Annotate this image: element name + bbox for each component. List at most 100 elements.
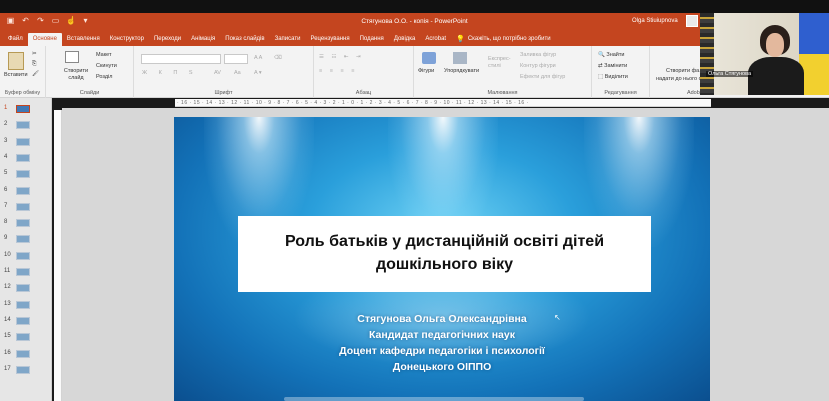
arrange-button[interactable]: Упорядкувати <box>444 68 479 75</box>
slide-author-position: Доцент кафедри педагогіки і психології <box>339 345 545 357</box>
group-label-paragraph: Абзац <box>355 90 372 96</box>
slide-author-name: Стягунова Ольга Олександрівна <box>357 313 527 325</box>
clear-format-icon[interactable]: ⌫ <box>274 55 282 62</box>
slide-thumbnail[interactable]: 10 <box>2 249 50 265</box>
shapes-button[interactable]: Фігури <box>418 68 434 75</box>
slide-thumbnail[interactable]: 13 <box>2 298 50 314</box>
format-painter-icon[interactable]: 🖌 <box>32 71 39 78</box>
slide-thumbnail-image <box>16 219 30 228</box>
paste-icon[interactable] <box>8 52 24 70</box>
grow-font-icon[interactable]: A A <box>254 55 262 62</box>
shape-effects-button[interactable]: Ефекти для фігур <box>520 74 565 81</box>
tab-record[interactable]: Записати <box>270 33 306 46</box>
shape-outline-button[interactable]: Контур фігури <box>520 63 556 70</box>
webcam-name-tag: Ольга Стягунова <box>706 71 754 77</box>
group-paragraph: ☰ ☷ ⇤ ⇥ ≡ ≡ ≡ ≡ Абзац <box>314 46 414 98</box>
replace-button[interactable]: ⇄ Замінити <box>598 63 627 70</box>
case-icon[interactable]: Aa <box>234 70 241 77</box>
arrange-icon[interactable] <box>453 52 467 64</box>
tab-file[interactable]: Файл <box>3 33 28 46</box>
align-icons[interactable]: ≡ ≡ ≡ ≡ <box>319 68 357 75</box>
new-slide-icon[interactable] <box>65 51 79 63</box>
slide-number: 8 <box>4 219 8 226</box>
slide-thumbnail[interactable]: 5 <box>2 167 50 183</box>
slide-title: Роль батьків у дистанційній освіті дітей… <box>238 230 651 276</box>
slide-thumbnail[interactable]: 6 <box>2 184 50 200</box>
slide-number: 5 <box>4 170 8 177</box>
slide-number: 11 <box>4 268 11 274</box>
slide-thumbnail-image <box>16 137 30 146</box>
slide-thumbnail[interactable]: 16 <box>2 347 50 363</box>
tab-acrobat[interactable]: Acrobat <box>420 33 451 46</box>
slide-thumbnail[interactable]: 3 <box>2 135 50 151</box>
group-label-clipboard: Буфер обміну <box>4 90 41 96</box>
slide-thumbnail[interactable]: 7 <box>2 200 50 216</box>
reset-button[interactable]: Скинути <box>96 63 117 70</box>
slide-canvas[interactable]: Роль батьків у дистанційній освіті дітей… <box>174 117 710 401</box>
slide-thumbnail[interactable]: 2 <box>2 118 50 134</box>
new-slide-button[interactable]: Створити слайд <box>61 68 91 82</box>
slide-thumbnail-image <box>16 170 30 179</box>
copy-icon[interactable]: ⎘ <box>32 61 36 68</box>
slide-number: 2 <box>4 121 8 128</box>
slide-number: 3 <box>4 137 8 144</box>
slide-thumbnail[interactable]: 12 <box>2 281 50 297</box>
tab-transitions[interactable]: Переходи <box>149 33 186 46</box>
char-spacing-icon[interactable]: AV <box>214 70 221 77</box>
slide-thumbnail[interactable]: 9 <box>2 232 50 248</box>
slide-author-institution: Донецького ОІППО <box>392 361 492 373</box>
tab-slideshow[interactable]: Показ слайдів <box>220 33 269 46</box>
tab-view[interactable]: Подання <box>355 33 389 46</box>
slide-thumbnail-image <box>16 349 30 358</box>
slide-thumbnail[interactable]: 11 <box>2 265 50 281</box>
find-button[interactable]: 🔍 Знайти <box>598 52 624 59</box>
slide-author-block[interactable]: Стягунова Ольга Олександрівна Кандидат п… <box>174 311 710 375</box>
highlight-icon[interactable]: A ▾ <box>254 70 262 77</box>
slide-thumbnail[interactable]: 4 <box>2 151 50 167</box>
slide-thumbnail[interactable]: 15 <box>2 330 50 346</box>
cut-icon[interactable]: ✂ <box>32 51 37 58</box>
section-button[interactable]: Розділ <box>96 74 112 81</box>
tab-home[interactable]: Основне <box>27 33 62 46</box>
acrobat-create-button[interactable]: Створити фа... <box>666 68 704 75</box>
group-label-editing: Редагування <box>604 90 637 96</box>
tab-review[interactable]: Рецензування <box>305 33 354 46</box>
shapes-icon[interactable] <box>422 52 436 64</box>
quick-styles-button[interactable]: Експрес-стилі <box>488 56 518 70</box>
slide-thumbnail[interactable]: 17 <box>2 363 50 379</box>
replace-icon: ⇄ <box>598 63 603 69</box>
tab-design[interactable]: Конструктор <box>105 33 149 46</box>
webcam-overlay: Ольга Стягунова <box>700 13 829 95</box>
font-format-icons[interactable]: Ж К П S <box>142 70 198 77</box>
find-label: Знайти <box>606 52 625 58</box>
user-name[interactable]: Olga Stiuiupnova <box>632 18 678 24</box>
slide-number: 17 <box>4 365 11 372</box>
layout-button[interactable]: Макет <box>96 52 112 59</box>
slide-thumbnail[interactable]: 8 <box>2 216 50 232</box>
slide-thumbnail[interactable]: 14 <box>2 314 50 330</box>
slide-author-degree: Кандидат педагогічних наук <box>369 329 515 341</box>
shape-fill-button[interactable]: Заливка фігур <box>520 52 556 59</box>
slide-number: 1 <box>4 105 8 111</box>
slide-thumbnail[interactable]: 1 <box>2 102 50 118</box>
slide-number: 15 <box>4 333 11 340</box>
tab-animations[interactable]: Анімація <box>186 33 220 46</box>
select-button[interactable]: ⬚ Виділити <box>598 74 628 81</box>
select-label: Виділити <box>604 74 628 80</box>
paste-button[interactable]: Вставити <box>4 72 28 79</box>
group-label-drawing: Малювання <box>487 90 518 96</box>
slide-thumbnail-image <box>16 202 30 211</box>
font-name-box[interactable] <box>141 54 221 64</box>
tell-me-box[interactable]: 💡 Скажіть, що потрібно зробити <box>451 33 556 46</box>
tab-insert[interactable]: Вставлення <box>62 33 105 46</box>
font-size-box[interactable] <box>224 54 248 64</box>
slide-title-box[interactable]: Роль батьків у дистанційній освіті дітей… <box>238 216 651 292</box>
tab-help[interactable]: Довідка <box>389 33 421 46</box>
slide-thumbnail-image <box>16 284 30 293</box>
group-drawing: Фігури Упорядкувати Експрес-стилі Заливк… <box>414 46 592 98</box>
slide-thumbnail-panel: 1 2 3 4 5 6 7 8 9 10 11 12 13 14 15 16 17 <box>0 98 52 401</box>
lightbulb-icon: 💡 <box>456 36 465 43</box>
user-avatar[interactable] <box>686 15 698 27</box>
list-icons[interactable]: ☰ ☷ ⇤ ⇥ <box>319 54 364 61</box>
slide-number: 13 <box>4 300 11 307</box>
